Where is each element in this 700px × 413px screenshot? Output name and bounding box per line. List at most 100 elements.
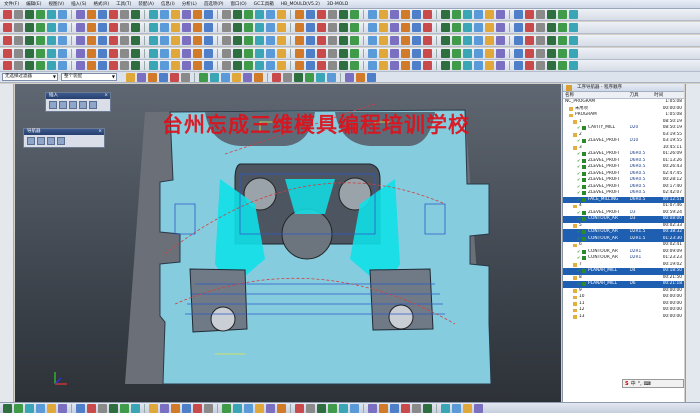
tool-icon[interactable] — [233, 10, 242, 19]
tool-icon[interactable] — [367, 72, 376, 82]
tool-icon[interactable] — [423, 23, 432, 32]
tool-icon[interactable] — [182, 403, 191, 413]
tool-icon[interactable] — [126, 72, 135, 82]
tool-icon[interactable] — [339, 49, 348, 58]
tool-icon[interactable] — [255, 403, 264, 413]
tool-icon[interactable] — [277, 23, 286, 32]
tool-icon[interactable] — [25, 10, 34, 19]
tool-icon[interactable] — [485, 49, 494, 58]
tool-icon[interactable] — [463, 23, 472, 32]
tool-icon[interactable] — [277, 49, 286, 58]
tool-icon[interactable] — [131, 36, 140, 45]
tool-icon[interactable] — [412, 49, 421, 58]
tool-icon[interactable] — [463, 36, 472, 45]
tool-icon[interactable] — [109, 23, 118, 32]
tool-icon[interactable] — [109, 36, 118, 45]
tool-icon[interactable] — [339, 23, 348, 32]
tool-icon[interactable] — [328, 36, 337, 45]
tool-icon[interactable] — [98, 36, 107, 45]
tool-icon[interactable] — [328, 10, 337, 19]
tool-icon[interactable] — [283, 72, 292, 82]
tool-icon[interactable] — [137, 72, 146, 82]
tool-icon[interactable] — [569, 23, 578, 32]
tool-icon[interactable] — [76, 49, 85, 58]
tool-icon[interactable] — [339, 403, 348, 413]
tool-icon[interactable] — [171, 10, 180, 19]
tool-icon[interactable] — [244, 61, 253, 70]
create-operation-icon[interactable] — [89, 101, 97, 109]
tool-icon[interactable] — [412, 61, 421, 70]
tool-icon[interactable] — [317, 10, 326, 19]
tool-icon[interactable] — [547, 36, 556, 45]
tool-icon[interactable] — [327, 72, 336, 82]
tool-icon[interactable] — [120, 49, 129, 58]
tool-icon[interactable] — [76, 23, 85, 32]
tool-icon[interactable] — [76, 61, 85, 70]
tool-icon[interactable] — [345, 72, 354, 82]
tool-icon[interactable] — [356, 72, 365, 82]
tool-icon[interactable] — [87, 61, 96, 70]
tool-icon[interactable] — [525, 10, 534, 19]
tool-icon[interactable] — [131, 403, 140, 413]
tool-icon[interactable] — [569, 49, 578, 58]
tool-icon[interactable] — [120, 23, 129, 32]
tool-icon[interactable] — [244, 36, 253, 45]
tool-icon[interactable] — [98, 61, 107, 70]
tool-icon[interactable] — [350, 10, 359, 19]
tool-icon[interactable] — [109, 403, 118, 413]
tool-icon[interactable] — [47, 403, 56, 413]
tool-icon[interactable] — [525, 23, 534, 32]
tool-icon[interactable] — [317, 36, 326, 45]
tool-icon[interactable] — [514, 49, 523, 58]
tool-icon[interactable] — [204, 36, 213, 45]
tool-icon[interactable] — [412, 23, 421, 32]
tool-icon[interactable] — [317, 23, 326, 32]
tool-icon[interactable] — [441, 49, 450, 58]
tool-icon[interactable] — [76, 36, 85, 45]
machining-method-view-icon[interactable] — [57, 137, 65, 145]
tool-icon[interactable] — [233, 403, 242, 413]
tool-icon[interactable] — [47, 36, 56, 45]
tool-icon[interactable] — [441, 403, 450, 413]
tool-icon[interactable] — [441, 10, 450, 19]
tool-icon[interactable] — [255, 10, 264, 19]
tool-icon[interactable] — [441, 61, 450, 70]
tool-icon[interactable] — [536, 10, 545, 19]
tool-icon[interactable] — [3, 10, 12, 19]
tool-icon[interactable] — [536, 23, 545, 32]
tool-icon[interactable] — [193, 36, 202, 45]
tool-icon[interactable] — [379, 10, 388, 19]
tool-icon[interactable] — [244, 49, 253, 58]
tool-icon[interactable] — [379, 23, 388, 32]
tool-icon[interactable] — [328, 61, 337, 70]
tool-icon[interactable] — [474, 403, 483, 413]
tool-icon[interactable] — [58, 403, 67, 413]
tool-icon[interactable] — [210, 72, 219, 82]
tool-icon[interactable] — [3, 36, 12, 45]
tool-icon[interactable] — [390, 10, 399, 19]
tool-icon[interactable] — [266, 36, 275, 45]
tool-icon[interactable] — [423, 403, 432, 413]
tool-icon[interactable] — [401, 403, 410, 413]
tool-icon[interactable] — [204, 61, 213, 70]
tool-icon[interactable] — [496, 10, 505, 19]
tool-icon[interactable] — [525, 36, 534, 45]
tool-icon[interactable] — [295, 49, 304, 58]
tool-icon[interactable] — [463, 10, 472, 19]
menu-item-5[interactable]: 工具(T) — [116, 1, 131, 7]
tool-icon[interactable] — [244, 403, 253, 413]
tool-icon[interactable] — [204, 49, 213, 58]
tool-icon[interactable] — [496, 36, 505, 45]
create-program-icon[interactable] — [49, 101, 57, 109]
tool-icon[interactable] — [171, 49, 180, 58]
type-filter-select[interactable]: 无选择过滤器 ▼ — [2, 73, 58, 81]
tool-icon[interactable] — [25, 403, 34, 413]
tool-icon[interactable] — [266, 61, 275, 70]
tool-icon[interactable] — [423, 49, 432, 58]
tool-icon[interactable] — [58, 61, 67, 70]
tool-icon[interactable] — [36, 403, 45, 413]
tool-icon[interactable] — [452, 10, 461, 19]
ime-language[interactable]: 中 — [631, 380, 636, 387]
scope-filter-select[interactable]: 整个装配 ▼ — [61, 73, 117, 81]
tool-icon[interactable] — [233, 49, 242, 58]
